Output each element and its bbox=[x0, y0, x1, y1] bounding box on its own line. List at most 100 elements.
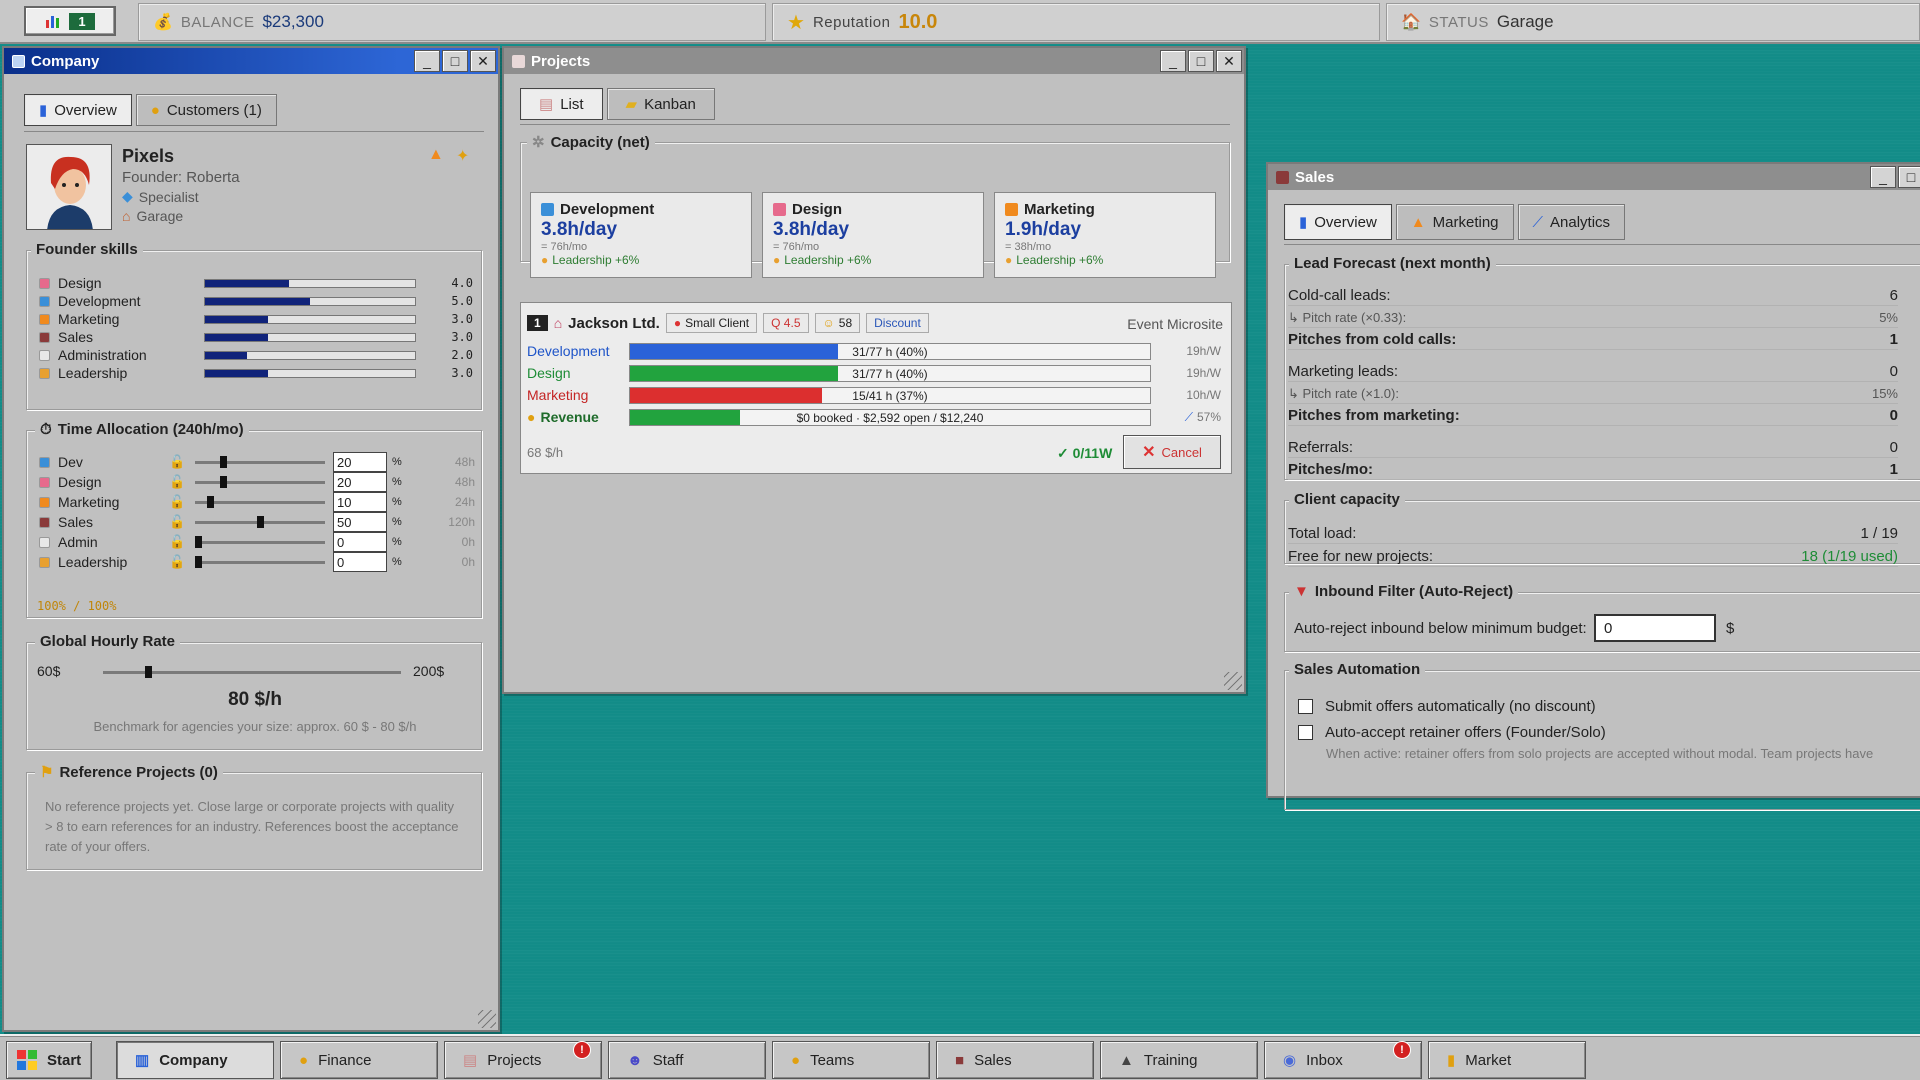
forecast-row: Marketing leads: 0 bbox=[1288, 362, 1898, 382]
skill-value: 3.0 bbox=[451, 312, 473, 326]
filter-icon: ▼ bbox=[1294, 583, 1309, 600]
design-icon bbox=[39, 277, 50, 289]
founder-name: Founder: Roberta bbox=[122, 169, 240, 186]
allocation-slider[interactable] bbox=[195, 535, 325, 548]
projects-titlebar[interactable]: Projects _ □ ✕ bbox=[504, 48, 1244, 74]
allocation-row-design: Design 🔓 20% 48h bbox=[39, 471, 479, 493]
allocation-input[interactable]: 10 bbox=[333, 492, 387, 512]
skill-name: Sales bbox=[58, 329, 94, 345]
taskbar-training-button[interactable]: ▲ Training bbox=[1100, 1041, 1258, 1079]
tab-customers[interactable]: ● Customers (1) bbox=[135, 94, 277, 126]
taskbar-market-button[interactable]: ▮ Market bbox=[1428, 1041, 1586, 1079]
window-icon bbox=[12, 54, 25, 68]
close-button[interactable]: ✕ bbox=[1216, 50, 1242, 72]
maximize-button[interactable]: □ bbox=[442, 50, 468, 72]
sales-titlebar[interactable]: Sales _ □ bbox=[1268, 164, 1920, 190]
auto-accept-checkbox[interactable] bbox=[1298, 725, 1313, 740]
sales-icon bbox=[39, 516, 50, 528]
allocation-input[interactable]: 50 bbox=[333, 512, 387, 532]
client-size-chip: ● Small Client bbox=[665, 313, 758, 333]
allocation-slider[interactable] bbox=[195, 555, 325, 568]
allocation-slider[interactable] bbox=[195, 515, 325, 528]
taskbar-sales-button[interactable]: ■ Sales bbox=[936, 1041, 1094, 1079]
progress-row-design: Design 31/77 h (40%) 19h/W bbox=[527, 363, 1227, 383]
maximize-button[interactable]: □ bbox=[1188, 50, 1214, 72]
skill-bar bbox=[204, 332, 416, 342]
start-button[interactable]: Start bbox=[6, 1041, 92, 1079]
forecast-value: 0 bbox=[1889, 407, 1898, 424]
taskbar-inbox-button[interactable]: ◉ Inbox! bbox=[1264, 1041, 1422, 1079]
chart-icon: ▮ bbox=[39, 102, 48, 119]
company-titlebar[interactable]: Company _ □ ✕ bbox=[4, 48, 498, 74]
allocation-input[interactable]: 20 bbox=[333, 452, 387, 472]
rate-slider-knob[interactable] bbox=[144, 666, 152, 678]
trophy-icon: ⚑ bbox=[40, 764, 54, 781]
tab-overview[interactable]: ▮ Overview bbox=[1284, 204, 1392, 240]
skill-value: 5.0 bbox=[451, 294, 473, 308]
unlock-icon[interactable]: 🔓 bbox=[169, 514, 185, 530]
unlock-icon[interactable]: 🔓 bbox=[169, 534, 185, 550]
allocation-slider[interactable] bbox=[195, 455, 325, 468]
minimize-button[interactable]: _ bbox=[414, 50, 440, 72]
tab-list[interactable]: ▤ List bbox=[520, 88, 603, 120]
house-icon: ⌂ bbox=[122, 208, 131, 224]
notification-badge: ! bbox=[1393, 1041, 1411, 1059]
allocation-input[interactable]: 20 bbox=[333, 472, 387, 492]
marketing-icon bbox=[39, 313, 50, 325]
unlock-icon[interactable]: 🔓 bbox=[169, 554, 185, 570]
taskbar-staff-button[interactable]: ☻ Staff bbox=[608, 1041, 766, 1079]
money-bag-icon: ● bbox=[299, 1051, 309, 1069]
minimize-button[interactable]: _ bbox=[1160, 50, 1186, 72]
allocation-slider-knob[interactable] bbox=[219, 475, 227, 488]
close-button[interactable]: ✕ bbox=[470, 50, 496, 72]
taskbar-company-button[interactable]: ▥ Company bbox=[116, 1041, 274, 1079]
level-button[interactable]: 1 bbox=[24, 6, 116, 36]
tab-analytics[interactable]: ⟋ Analytics bbox=[1517, 204, 1626, 240]
unlock-icon[interactable]: 🔓 bbox=[169, 454, 185, 470]
development-icon bbox=[541, 203, 554, 216]
unlock-icon[interactable]: 🔓 bbox=[169, 494, 185, 510]
project-card[interactable]: 1 ⌂ Jackson Ltd. ● Small Client Q 4.5 ☺ 58… bbox=[520, 302, 1232, 474]
company-name: Pixels bbox=[122, 146, 175, 166]
allocation-slider-knob[interactable] bbox=[195, 535, 202, 548]
allocation-slider-knob[interactable] bbox=[207, 495, 215, 508]
mood-chip: ☺ 58 bbox=[814, 313, 861, 333]
allocation-input[interactable]: 0 bbox=[333, 552, 387, 572]
cancel-button[interactable]: ✕ Cancel bbox=[1123, 435, 1221, 469]
reputation-display: ★ Reputation 10.0 bbox=[772, 3, 1380, 41]
inbound-filter-title: Inbound Filter (Auto-Reject) bbox=[1314, 583, 1514, 600]
resize-grip[interactable] bbox=[478, 1010, 496, 1028]
allocation-input[interactable]: 0 bbox=[333, 532, 387, 552]
allocation-slider[interactable] bbox=[195, 475, 325, 488]
progress-text: 31/77 h (40%) bbox=[852, 366, 928, 381]
time-allocation-group: ⏱ Time Allocation (240h/mo) Dev 🔓 20% 48h Des… bbox=[26, 421, 482, 618]
tab-overview[interactable]: ▮ Overview bbox=[24, 94, 132, 126]
avatar bbox=[26, 144, 112, 230]
auto-submit-checkbox[interactable] bbox=[1298, 699, 1313, 714]
forecast-label: ↳ Pitch rate (×0.33): bbox=[1288, 309, 1407, 325]
skill-bar-fill bbox=[205, 369, 268, 377]
project-rate: 68 $/h bbox=[527, 445, 564, 460]
minimize-button[interactable]: _ bbox=[1870, 166, 1896, 188]
house-icon: 🏠 bbox=[1401, 14, 1421, 31]
chart-icon bbox=[46, 16, 60, 28]
resize-grip[interactable] bbox=[1224, 672, 1242, 690]
rate-slider[interactable] bbox=[103, 666, 401, 678]
tab-marketing[interactable]: ▲ Marketing bbox=[1395, 204, 1514, 240]
taskbar-teams-button[interactable]: ● Teams bbox=[772, 1041, 930, 1079]
progress-label: Marketing bbox=[527, 387, 589, 403]
allocation-slider-knob[interactable] bbox=[219, 455, 227, 468]
allocation-slider-knob[interactable] bbox=[257, 515, 264, 528]
skill-value: 2.0 bbox=[451, 348, 473, 362]
unlock-icon[interactable]: 🔓 bbox=[169, 474, 185, 490]
sparkle-icon[interactable]: ✦ bbox=[456, 146, 469, 166]
allocation-hours: 0h bbox=[461, 555, 475, 569]
allocation-slider-knob[interactable] bbox=[195, 555, 202, 568]
maximize-button[interactable]: □ bbox=[1898, 166, 1920, 188]
taskbar-finance-button[interactable]: ● Finance bbox=[280, 1041, 438, 1079]
tab-kanban[interactable]: ▰ Kanban bbox=[606, 88, 715, 120]
allocation-slider[interactable] bbox=[195, 495, 325, 508]
min-budget-input[interactable]: 0 bbox=[1594, 614, 1716, 642]
taskbar-projects-button[interactable]: ▤ Projects! bbox=[444, 1041, 602, 1079]
flame-icon[interactable]: ▲ bbox=[428, 146, 444, 164]
